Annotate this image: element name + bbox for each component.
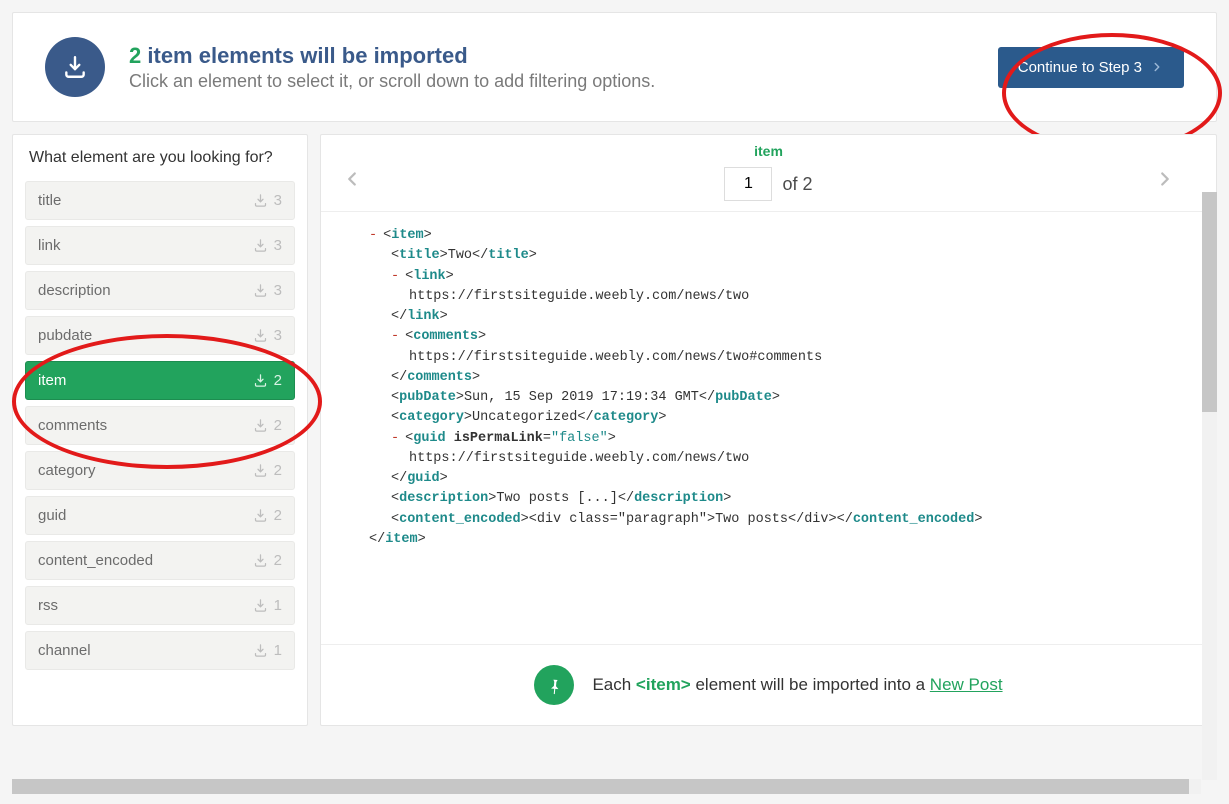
pager: item of 2 <box>321 135 1216 211</box>
element-item-count: 2 <box>274 552 282 569</box>
import-title-rest: item elements will be imported <box>147 43 467 68</box>
element-item-count: 2 <box>274 372 282 389</box>
element-item-count: 2 <box>274 462 282 479</box>
download-icon <box>253 418 268 433</box>
download-icon <box>253 283 268 298</box>
element-item-label: rss <box>38 597 58 614</box>
download-icon <box>253 373 268 388</box>
pager-next-button[interactable] <box>1154 165 1176 197</box>
header-subtitle: Click an element to select it, or scroll… <box>129 71 974 92</box>
element-item-link[interactable]: link 3 <box>25 226 295 265</box>
import-header-card: 2 item elements will be imported Click a… <box>12 12 1217 122</box>
preview-panel: item of 2 -<item><title>Two</title>-<lin… <box>320 134 1217 726</box>
element-item-rss[interactable]: rss 1 <box>25 586 295 625</box>
element-item-count: 2 <box>274 417 282 434</box>
element-item-count: 1 <box>274 597 282 614</box>
continue-button[interactable]: Continue to Step 3 <box>998 47 1184 88</box>
element-item-label: pubdate <box>38 327 92 344</box>
element-list: title 3link 3description 3pubdate 3item … <box>25 181 295 670</box>
download-icon <box>253 643 268 658</box>
element-item-label: guid <box>38 507 66 524</box>
new-post-link[interactable]: New Post <box>930 675 1003 694</box>
download-icon <box>253 193 268 208</box>
chevron-right-icon <box>1150 60 1164 74</box>
pager-element-label: item <box>754 143 783 159</box>
continue-label: Continue to Step 3 <box>1018 59 1142 76</box>
footer-middle: element will be imported into a <box>691 675 930 694</box>
download-icon <box>253 463 268 478</box>
element-item-item[interactable]: item 2 <box>25 361 295 400</box>
footer-prefix: Each <box>592 675 635 694</box>
download-icon <box>253 238 268 253</box>
pager-of-label: of 2 <box>782 174 812 195</box>
import-count: 2 <box>129 43 141 68</box>
preview-footer: Each <item> element will be imported int… <box>321 644 1216 725</box>
element-item-guid[interactable]: guid 2 <box>25 496 295 535</box>
element-item-count: 3 <box>274 282 282 299</box>
element-item-channel[interactable]: channel 1 <box>25 631 295 670</box>
pin-icon <box>534 665 574 705</box>
footer-text: Each <item> element will be imported int… <box>592 675 1002 695</box>
download-icon <box>253 553 268 568</box>
sidebar-title: What element are you looking for? <box>25 149 295 167</box>
element-item-description[interactable]: description 3 <box>25 271 295 310</box>
pager-current-input[interactable] <box>724 167 772 201</box>
element-item-category[interactable]: category 2 <box>25 451 295 490</box>
header-text-block: 2 item elements will be imported Click a… <box>129 43 974 92</box>
element-item-label: title <box>38 192 61 209</box>
element-sidebar: What element are you looking for? title … <box>12 134 308 726</box>
element-item-count: 2 <box>274 507 282 524</box>
element-item-count: 3 <box>274 192 282 209</box>
header-title: 2 item elements will be imported <box>129 43 974 69</box>
element-item-label: description <box>38 282 111 299</box>
scrollbar-vertical[interactable] <box>1202 192 1217 780</box>
download-icon <box>253 508 268 523</box>
download-icon <box>253 598 268 613</box>
import-icon <box>45 37 105 97</box>
footer-tag-sample: <item> <box>636 675 691 694</box>
element-item-pubdate[interactable]: pubdate 3 <box>25 316 295 355</box>
download-icon <box>253 328 268 343</box>
pager-prev-button[interactable] <box>341 165 363 197</box>
element-item-count: 3 <box>274 327 282 344</box>
element-item-content_encoded[interactable]: content_encoded 2 <box>25 541 295 580</box>
element-item-label: comments <box>38 417 107 434</box>
element-item-label: item <box>38 372 66 389</box>
element-item-label: link <box>38 237 61 254</box>
element-item-label: content_encoded <box>38 552 153 569</box>
main-row: What element are you looking for? title … <box>12 134 1217 726</box>
xml-preview: -<item><title>Two</title>-<link>https://… <box>321 211 1216 644</box>
element-item-comments[interactable]: comments 2 <box>25 406 295 445</box>
element-item-count: 1 <box>274 642 282 659</box>
element-item-title[interactable]: title 3 <box>25 181 295 220</box>
element-item-label: channel <box>38 642 91 659</box>
element-item-count: 3 <box>274 237 282 254</box>
element-item-label: category <box>38 462 96 479</box>
